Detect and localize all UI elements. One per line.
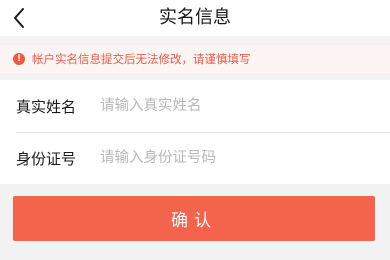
page-title: 实名信息	[159, 7, 231, 28]
notice-text: 帐户实名信息提交后无法修改，请谨慎填写	[32, 52, 251, 66]
id-number-label: 身份证号	[16, 149, 77, 168]
notice-banner: ! 帐户实名信息提交后无法修改，请谨慎填写	[0, 45, 390, 73]
identity-form: 真实姓名 身份证号	[0, 80, 390, 184]
name-label: 真实姓名	[16, 97, 77, 116]
id-number-input[interactable]	[100, 140, 390, 176]
confirm-button[interactable]: 确认	[13, 196, 375, 241]
id-number-row: 身份证号	[0, 132, 390, 184]
nav-bar: 实名信息	[0, 0, 390, 36]
exclamation-circle-icon: !	[13, 53, 25, 65]
name-row: 真实姓名	[0, 80, 390, 132]
name-input[interactable]	[100, 88, 390, 124]
